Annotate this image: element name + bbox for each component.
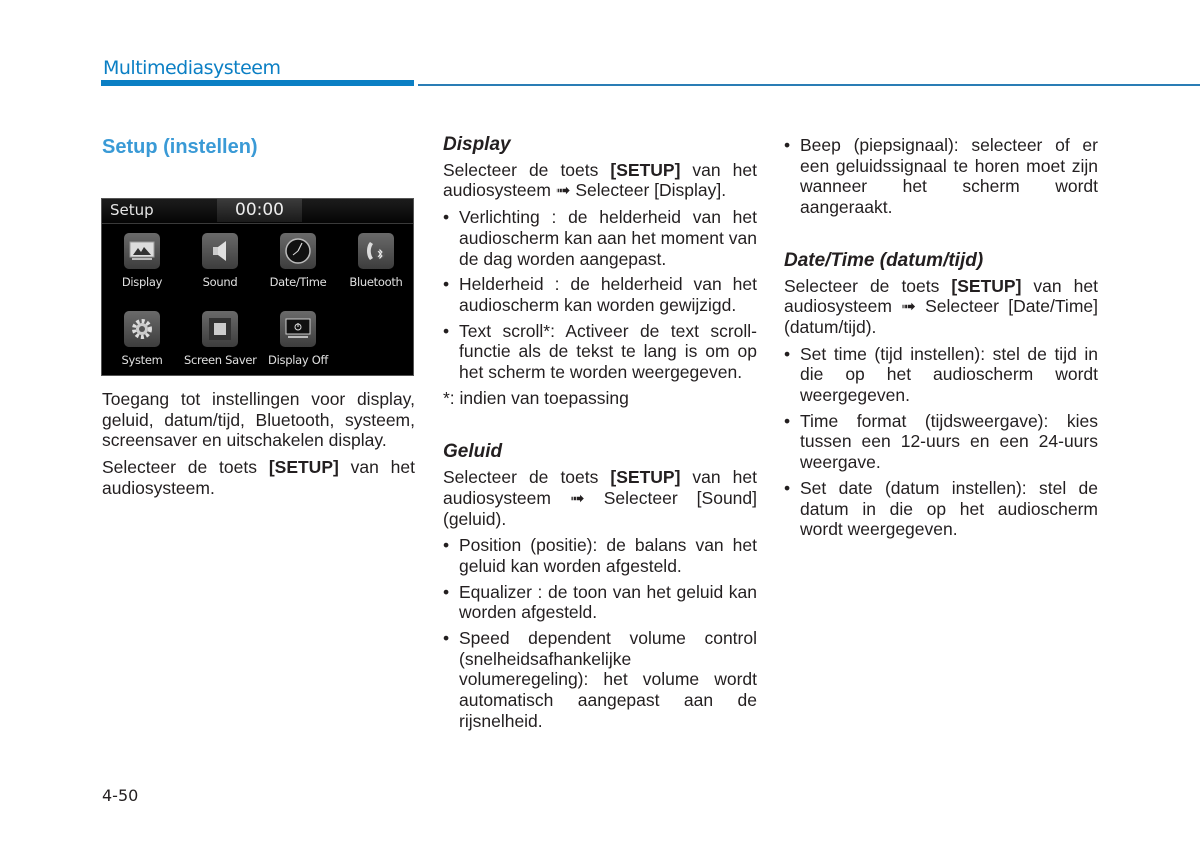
- bullet-icon: •: [784, 135, 791, 155]
- screen-saver-icon: [202, 311, 238, 347]
- setup-screen-illustration: Setup 00:00 Display Sound Date/Time Blue…: [101, 198, 414, 376]
- column-2: Display Selecteer de toets [SETUP] van h…: [443, 134, 757, 737]
- bullet-icon: •: [443, 320, 450, 341]
- list-item: • Helderheid : de helderheid van het audi…: [443, 274, 757, 315]
- datetime-bullet-list: • Set time (tijd instellen): stel de tijd…: [784, 344, 1098, 540]
- setup-key: [SETUP]: [268, 457, 339, 478]
- screen-clock: 00:00: [217, 199, 302, 222]
- list-item: • Equalizer : de toon van het geluid kan …: [443, 582, 757, 623]
- column-3: • Beep (piepsignaal): selecteer of er een…: [784, 135, 1098, 545]
- instruction-text: Selecteer de toets: [784, 275, 952, 296]
- list-item-text: Set time (tijd instellen): stel de tijd …: [800, 343, 1098, 406]
- tile-screen-saver[interactable]: Screen Saver: [184, 311, 257, 367]
- display-instruction: Selecteer de toets [SETUP] van het audio…: [443, 160, 757, 201]
- arrow-icon: ➟: [570, 487, 585, 508]
- list-item: • Time format (tijdsweergave): kies tusse…: [784, 411, 1098, 473]
- bullet-icon: •: [443, 207, 450, 228]
- bullet-icon: •: [784, 410, 791, 431]
- setup-key: [SETUP]: [610, 467, 681, 488]
- list-item: • Verlichting : de helderheid van het aud…: [443, 207, 757, 269]
- tile-label: Screen Saver: [184, 353, 257, 367]
- chapter-title: Multimediasysteem: [103, 57, 281, 79]
- bullet-icon: •: [784, 343, 791, 364]
- datetime-instruction: Selecteer de toets [SETUP] van het audio…: [784, 276, 1098, 338]
- tile-sound[interactable]: Sound: [184, 233, 256, 289]
- display-bullet-list: • Verlichting : de helderheid van het aud…: [443, 207, 757, 383]
- header-bar-thick: [101, 80, 414, 86]
- list-item: • Speed dependent volume control (snelhei…: [443, 628, 757, 732]
- list-item-text: Speed dependent volume control (snelheid…: [459, 628, 757, 731]
- list-item-text: Beep (piepsignaal): selecteer of er een …: [800, 135, 1098, 218]
- list-item: • Beep (piepsignaal): selecteer of er een…: [784, 135, 1098, 218]
- sound-bullet-list: • Position (positie): de balans van het g…: [443, 535, 757, 731]
- tile-display[interactable]: Display: [106, 233, 178, 289]
- clock-icon: [280, 233, 316, 269]
- arrow-icon: ➟: [901, 296, 916, 317]
- list-item: • Set date (datum instellen): stel de dat…: [784, 478, 1098, 540]
- list-item-text: Helderheid : de helderheid van het audio…: [459, 274, 757, 315]
- bullet-icon: •: [784, 477, 791, 498]
- tile-bluetooth[interactable]: Bluetooth: [340, 233, 412, 289]
- sound-heading: Geluid: [443, 441, 503, 463]
- bullet-icon: •: [443, 628, 450, 649]
- list-item-text: Position (positie): de balans van het ge…: [459, 535, 757, 576]
- speaker-icon: [202, 233, 238, 269]
- tile-system[interactable]: System: [106, 311, 178, 367]
- tile-label: Bluetooth: [349, 275, 403, 289]
- column-1: Toegang tot instellingen voor display, g…: [102, 389, 415, 505]
- list-item: • Set time (tijd instellen): stel de tijd…: [784, 344, 1098, 406]
- bluetooth-phone-icon: [358, 233, 394, 269]
- instruction-text: Selecteer [Display].: [570, 180, 727, 201]
- bullet-icon: •: [443, 581, 450, 602]
- intro-paragraph: Toegang tot instellingen voor display, g…: [102, 389, 415, 451]
- instruction-text: Selecteer de toets: [102, 457, 269, 478]
- footnote: *: indien van toepassing: [443, 387, 629, 408]
- screen-title-bar: Setup 00:00: [102, 199, 413, 224]
- section-title: Setup (instellen): [102, 136, 258, 158]
- list-item: • Position (positie): de balans van het g…: [443, 535, 757, 576]
- tile-label: System: [121, 353, 163, 367]
- bullet-icon: •: [443, 274, 450, 295]
- gear-icon: [124, 311, 160, 347]
- header-rule: [418, 84, 1200, 86]
- tile-label: Sound: [202, 275, 238, 289]
- tile-label: Display Off: [268, 353, 328, 367]
- display-off-icon: [280, 311, 316, 347]
- bullet-icon: •: [443, 535, 450, 556]
- setup-key: [SETUP]: [610, 159, 681, 180]
- list-item-text: Time format (tijdsweergave): kies tussen…: [800, 410, 1098, 473]
- setup-instruction: Selecteer de toets [SETUP] van het audio…: [102, 457, 415, 498]
- arrow-icon: ➟: [555, 180, 571, 201]
- list-item-text: Text scroll*: Activeer de text scroll-fu…: [459, 320, 757, 383]
- tile-date-time[interactable]: Date/Time: [262, 233, 334, 289]
- instruction-text: Selecteer de toets: [443, 159, 611, 180]
- tile-display-off[interactable]: Display Off: [262, 311, 334, 367]
- display-heading: Display: [443, 134, 511, 155]
- sound-bullet-list-continued: • Beep (piepsignaal): selecteer of er een…: [784, 135, 1098, 218]
- sound-instruction: Selecteer de toets [SETUP] van het audio…: [443, 467, 757, 529]
- datetime-heading: Date/Time (datum/tijd): [784, 249, 984, 271]
- list-item-text: Equalizer : de toon van het geluid kan w…: [459, 581, 757, 623]
- tile-label: Date/Time: [269, 275, 327, 289]
- list-item-text: Set date (datum instellen): stel de datu…: [800, 477, 1098, 540]
- list-item-text: Verlichting : de helderheid van het audi…: [459, 207, 757, 269]
- page-number: 4-50: [102, 786, 139, 805]
- instruction-text: Selecteer de toets: [443, 467, 611, 488]
- tile-label: Display: [121, 275, 163, 289]
- screen-title: Setup: [110, 201, 154, 219]
- display-icon: [124, 233, 160, 269]
- list-item: • Text scroll*: Activeer de text scroll-f…: [443, 321, 757, 383]
- setup-key: [SETUP]: [951, 275, 1022, 296]
